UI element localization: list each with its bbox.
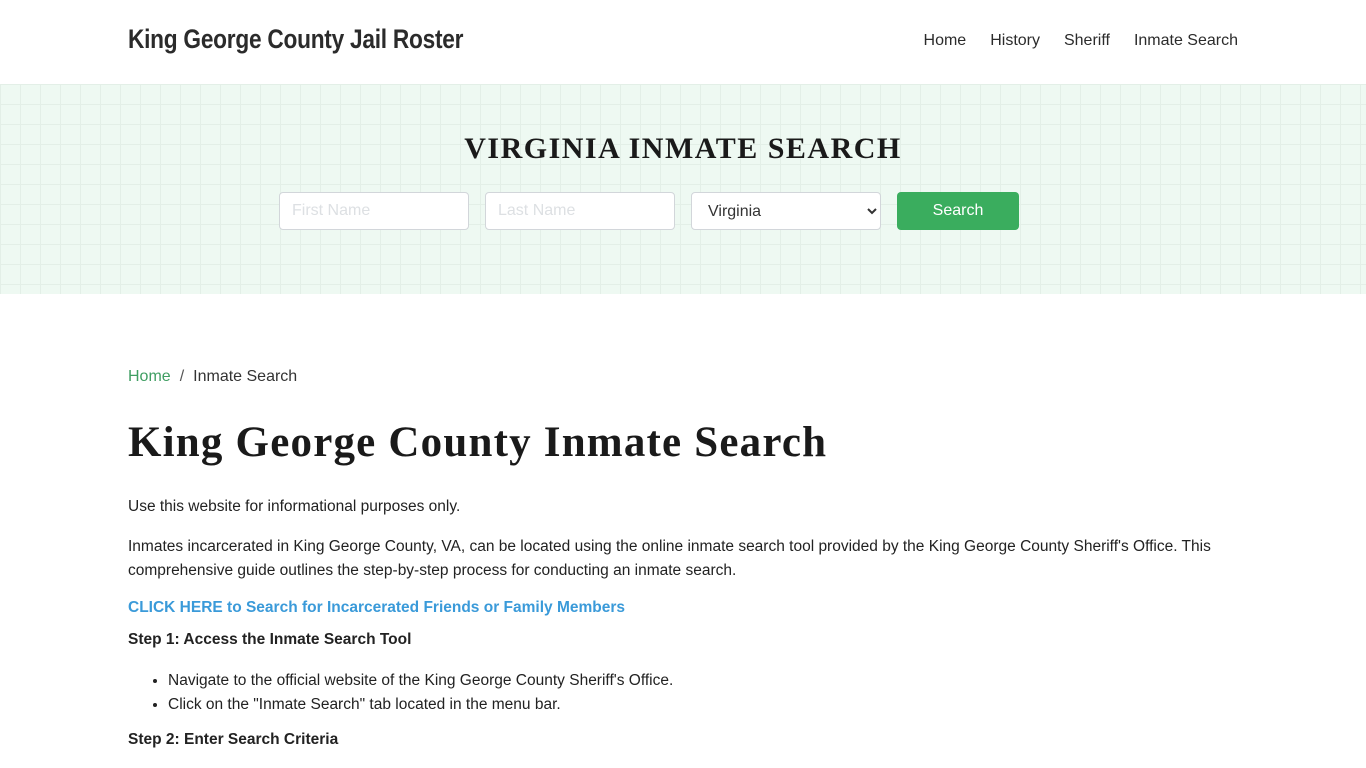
hero-title: VIRGINIA INMATE SEARCH	[464, 132, 902, 165]
page-title: King George County Inmate Search	[128, 419, 828, 466]
breadcrumb-home[interactable]: Home	[128, 368, 171, 386]
last-name-input[interactable]	[485, 192, 675, 230]
step1-heading: Step 1: Access the Inmate Search Tool	[128, 631, 412, 648]
state-select[interactable]: Virginia	[691, 192, 881, 230]
search-hero: VIRGINIA INMATE SEARCH Virginia Search	[0, 84, 1366, 294]
breadcrumb: Home / Inmate Search	[128, 368, 1238, 386]
step1-list: Navigate to the official website of the …	[168, 669, 1238, 717]
intro-text: Inmates incarcerated in King George Coun…	[128, 538, 1211, 579]
search-button[interactable]: Search	[897, 192, 1019, 230]
search-friends-family-link[interactable]: CLICK HERE to Search for Incarcerated Fr…	[128, 599, 1238, 617]
step2-heading: Step 2: Enter Search Criteria	[128, 731, 339, 748]
site-brand[interactable]: King George County Jail Roster	[128, 24, 463, 55]
nav-inmate-search[interactable]: Inmate Search	[1134, 32, 1238, 50]
nav-sheriff[interactable]: Sheriff	[1064, 32, 1110, 50]
breadcrumb-current: Inmate Search	[193, 368, 298, 385]
site-header: King George County Jail Roster Home Hist…	[0, 0, 1366, 84]
list-item: Click on the "Inmate Search" tab located…	[168, 693, 1238, 717]
list-item: Navigate to the official website of the …	[168, 669, 1238, 693]
nav-home[interactable]: Home	[924, 32, 967, 50]
inmate-search-form: Virginia Search	[279, 192, 1019, 230]
disclaimer-text: Use this website for informational purpo…	[128, 498, 461, 515]
main-nav: Home History Sheriff Inmate Search	[924, 32, 1238, 50]
main-content: Home / Inmate Search King George County …	[128, 294, 1238, 749]
breadcrumb-separator: /	[179, 368, 185, 385]
first-name-input[interactable]	[279, 192, 469, 230]
nav-history[interactable]: History	[990, 32, 1040, 50]
